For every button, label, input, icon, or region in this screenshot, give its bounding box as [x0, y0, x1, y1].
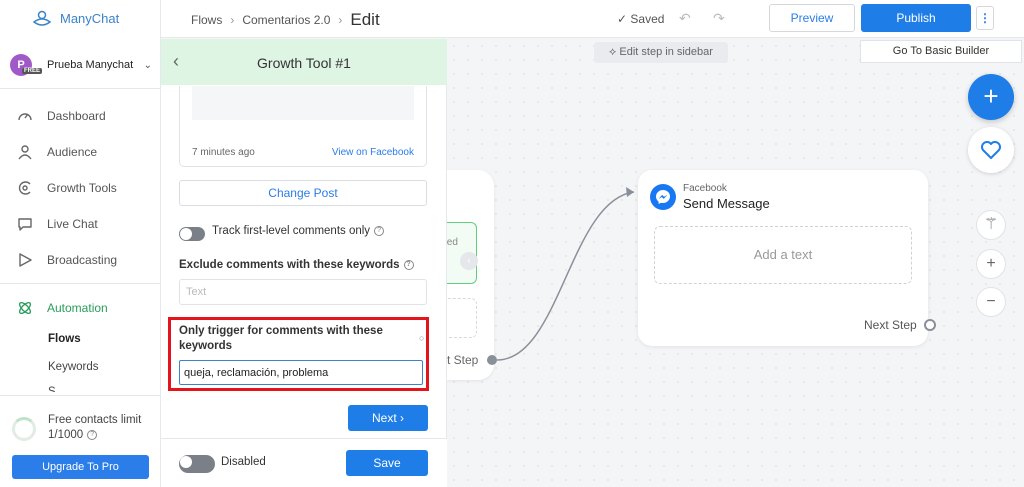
panel-header: ‹ Growth Tool #1: [161, 39, 447, 85]
next-button[interactable]: Next ›: [348, 405, 428, 431]
post-card: 7 minutes ago View on Facebook: [179, 86, 427, 167]
next-step-connector[interactable]: [924, 319, 936, 331]
view-on-facebook-link[interactable]: View on Facebook: [332, 147, 414, 158]
breadcrumb-flow-name[interactable]: Comentarios 2.0: [242, 13, 330, 27]
check-icon: ✓: [617, 12, 628, 26]
sub-item-flows[interactable]: Flows: [48, 333, 81, 345]
save-button[interactable]: Save: [346, 450, 428, 476]
track-first-level-label: Track first-level comments only?: [212, 225, 385, 237]
send-icon: [19, 253, 32, 267]
connector-dot[interactable]: [487, 355, 497, 365]
redo-icon[interactable]: ↷: [713, 10, 725, 27]
exclude-keywords-label: Exclude comments with these keywords?: [179, 259, 414, 271]
breadcrumb-current: Edit: [350, 10, 380, 29]
panel-footer: Disabled Save: [161, 438, 447, 487]
only-trigger-label: Only trigger for comments with these key…: [179, 325, 383, 352]
chevron-right-icon: ›: [400, 411, 405, 425]
add-node-button[interactable]: +: [968, 74, 1014, 120]
saved-status: ✓ Saved: [617, 12, 665, 26]
add-trigger-slot[interactable]: [447, 298, 477, 338]
zoom-out-button[interactable]: −: [976, 287, 1006, 317]
chat-bubble-icon: [18, 218, 32, 231]
trigger-node[interactable]: bled ‹ t Step: [447, 170, 494, 380]
send-message-node[interactable]: Facebook Send Message Add a text Next St…: [638, 170, 928, 346]
next-step-label: t Step: [447, 353, 479, 367]
post-timestamp: 7 minutes ago: [192, 147, 255, 158]
breadcrumb: Flows › Comentarios 2.0 › Edit: [191, 10, 380, 30]
chevron-right-icon: ›: [338, 13, 343, 27]
disabled-label: Disabled: [221, 456, 266, 468]
messenger-icon: [650, 184, 676, 210]
automation-icon: [18, 301, 32, 315]
publish-button[interactable]: Publish: [861, 4, 971, 32]
nav-dashboard[interactable]: Dashboard: [17, 108, 106, 124]
help-icon[interactable]: ?: [374, 225, 385, 236]
nav-broadcasting[interactable]: Broadcasting: [17, 252, 117, 268]
undo-icon[interactable]: ↶: [679, 10, 691, 27]
help-icon[interactable]: ?: [403, 259, 414, 270]
magic-wand-button[interactable]: ⚚: [976, 210, 1006, 240]
exclude-keywords-input[interactable]: [179, 279, 427, 305]
contacts-limit: Free contacts limit 1/1000?: [12, 414, 141, 441]
change-post-button[interactable]: Change Post: [179, 180, 427, 206]
more-options-icon[interactable]: ⋮: [976, 6, 994, 30]
sub-item-keywords[interactable]: Keywords: [48, 361, 99, 373]
manychat-logo-icon: [32, 10, 52, 26]
growth-tools-icon: [18, 181, 31, 195]
wand-icon: ⟡: [609, 46, 617, 58]
top-bar: Flows › Comentarios 2.0 › Edit ✓ Saved ↶…: [161, 0, 1024, 38]
nav-live-chat[interactable]: Live Chat: [17, 216, 98, 232]
person-icon: [18, 145, 32, 160]
account-switcher[interactable]: P FREE Prueba Manychat ⌄: [10, 54, 160, 76]
track-first-level-toggle[interactable]: [179, 227, 205, 241]
chevron-down-icon: ⌄: [143, 59, 152, 71]
avatar: P FREE: [10, 54, 43, 76]
step-editor-panel: ‹ Growth Tool #1 7 minutes ago View on F…: [161, 39, 447, 487]
post-preview-image: [192, 86, 414, 120]
trigger-keywords-input[interactable]: [179, 360, 423, 385]
account-name: Prueba Manychat: [47, 59, 134, 71]
help-icon[interactable]: ○: [419, 333, 424, 343]
nav-audience[interactable]: Audience: [17, 144, 97, 160]
progress-ring: [12, 417, 36, 441]
nav-automation[interactable]: Automation: [17, 300, 108, 316]
edit-step-chip: ⟡ Edit step in sidebar: [594, 42, 728, 63]
heart-icon: [981, 141, 1001, 159]
zoom-in-button[interactable]: +: [976, 249, 1006, 279]
panel-title: Growth Tool #1: [257, 55, 351, 71]
node-title: Send Message: [683, 196, 770, 211]
left-sidebar: ManyChat P FREE Prueba Manychat ⌄ Dashboa…: [0, 0, 161, 487]
enabled-toggle[interactable]: [179, 455, 215, 473]
nav-growth-tools[interactable]: Growth Tools: [17, 180, 117, 196]
basic-builder-button[interactable]: Go To Basic Builder: [860, 40, 1022, 63]
info-icon[interactable]: ?: [87, 429, 98, 440]
plan-badge: FREE: [22, 68, 43, 74]
preview-button[interactable]: Preview: [769, 4, 855, 32]
chevron-right-icon: ›: [230, 13, 235, 27]
sub-item-partial[interactable]: S...: [48, 386, 65, 392]
collapse-chevron-icon[interactable]: ‹: [460, 252, 478, 270]
next-step-label: Next Step: [864, 318, 917, 332]
node-platform: Facebook: [683, 183, 727, 194]
manychat-logo[interactable]: ManyChat: [32, 8, 119, 28]
favorites-button[interactable]: [968, 127, 1014, 173]
breadcrumb-flows[interactable]: Flows: [191, 13, 222, 27]
add-text-placeholder[interactable]: Add a text: [654, 226, 912, 284]
dashboard-icon: [18, 113, 32, 121]
upgrade-button[interactable]: Upgrade To Pro: [12, 455, 149, 479]
